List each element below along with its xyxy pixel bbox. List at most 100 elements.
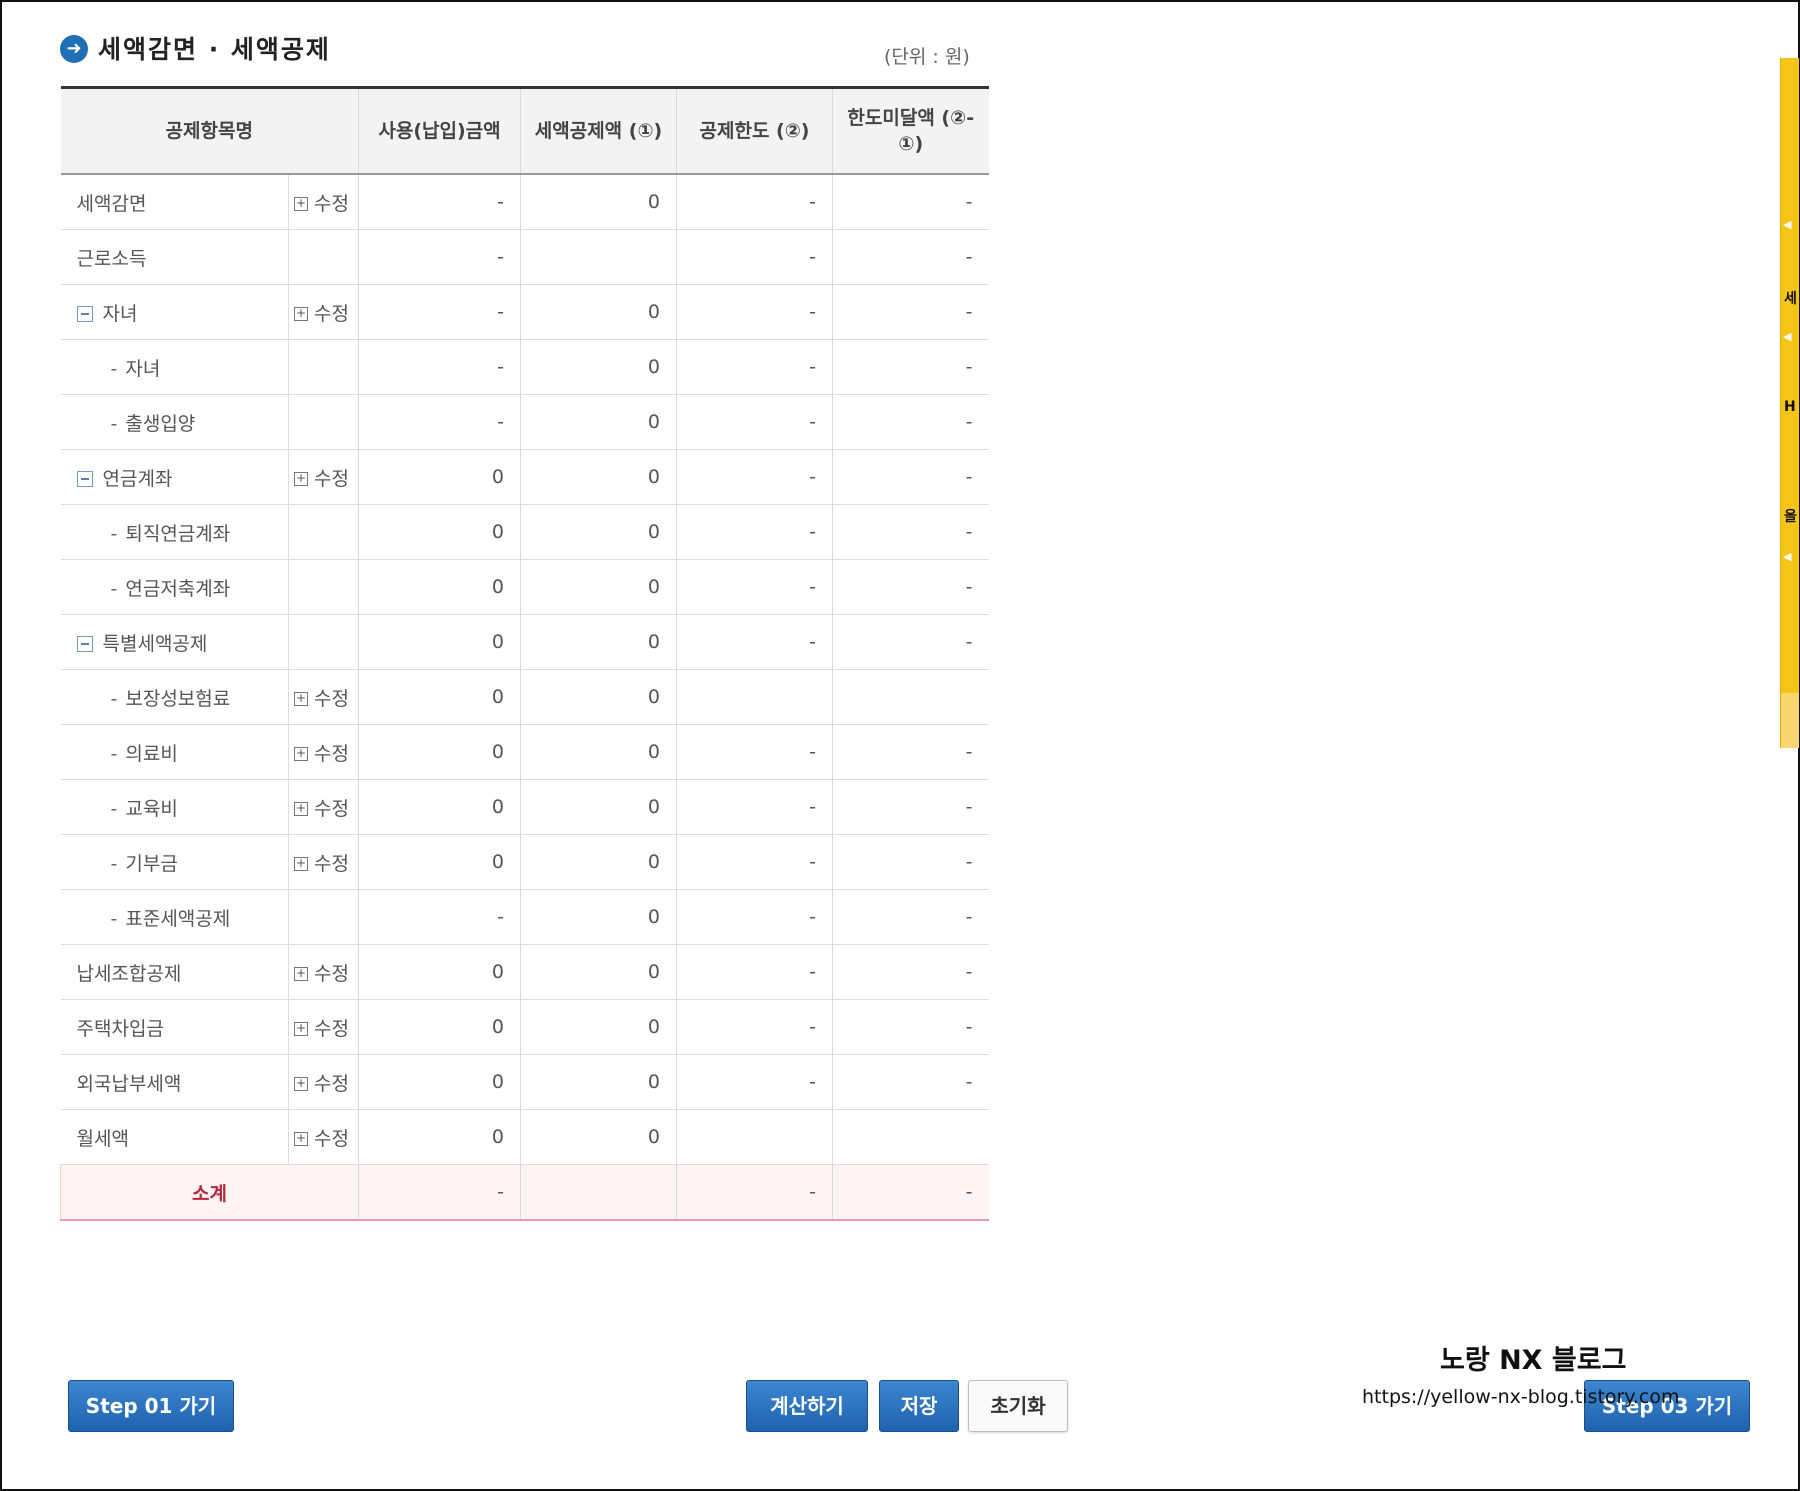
- sub-item-dash: -: [110, 577, 118, 600]
- row-name-cell[interactable]: 특별세액공제: [60, 614, 289, 670]
- row-name-cell: - 퇴직연금계좌: [60, 504, 289, 560]
- cell-credit: 0: [520, 614, 677, 670]
- edit-cell[interactable]: + 수정: [288, 449, 359, 505]
- cell-remaining: -: [832, 614, 989, 670]
- header-limit: 공제한도 (②): [676, 87, 833, 175]
- side-strip-footer: [1781, 693, 1799, 748]
- plus-box-icon[interactable]: +: [294, 307, 308, 321]
- collapse-toggle-icon[interactable]: [76, 636, 93, 652]
- side-arrow-icon[interactable]: ◀: [1783, 218, 1793, 232]
- edit-button-label[interactable]: 수정: [314, 1018, 349, 1040]
- edit-button-label[interactable]: 수정: [314, 1128, 349, 1150]
- cell-used: -: [358, 229, 521, 285]
- edit-cell[interactable]: + 수정: [288, 944, 359, 1000]
- cell-used: -: [358, 889, 521, 945]
- cell-limit: -: [676, 229, 833, 285]
- plus-box-icon[interactable]: +: [294, 747, 308, 761]
- edit-cell[interactable]: + 수정: [288, 779, 359, 835]
- row-name: 세액감면: [76, 192, 147, 215]
- edit-cell[interactable]: + 수정: [288, 999, 359, 1055]
- cell-remaining: -: [832, 999, 989, 1055]
- cell-remaining: [832, 669, 989, 725]
- plus-box-icon[interactable]: +: [294, 1077, 308, 1091]
- row-name: 자녀: [125, 357, 161, 380]
- cell-used: -: [358, 174, 521, 230]
- cell-limit: -: [676, 614, 833, 670]
- cell-credit: 0: [520, 779, 677, 835]
- cell-limit: -: [676, 889, 833, 945]
- row-name-cell[interactable]: 자녀: [60, 284, 289, 340]
- cell-credit: 0: [520, 944, 677, 1000]
- edit-cell[interactable]: + 수정: [288, 284, 359, 340]
- cell-limit: -: [676, 834, 833, 890]
- sub-item-dash: -: [110, 742, 118, 765]
- plus-box-icon[interactable]: +: [294, 967, 308, 981]
- plus-box-icon[interactable]: +: [294, 1132, 308, 1146]
- total-remaining: -: [832, 1164, 989, 1220]
- edit-cell[interactable]: + 수정: [288, 834, 359, 890]
- table-row: 주택차입금 + 수정 0 0- -: [60, 999, 989, 1055]
- cell-remaining: -: [832, 449, 989, 505]
- edit-cell[interactable]: + 수정: [288, 1054, 359, 1110]
- plus-box-icon[interactable]: +: [294, 802, 308, 816]
- edit-button-label[interactable]: 수정: [314, 303, 349, 325]
- step01-button[interactable]: Step 01 가기: [68, 1380, 234, 1432]
- calculate-button[interactable]: 계산하기: [746, 1380, 868, 1432]
- plus-box-icon[interactable]: +: [294, 197, 308, 211]
- cell-credit: 0: [520, 669, 677, 725]
- plus-box-icon[interactable]: +: [294, 1022, 308, 1036]
- unit-label: (단위 : 원): [884, 46, 970, 68]
- cell-credit: 0: [520, 999, 677, 1055]
- side-quick-menu[interactable]: ◀ 세 ◀ H 올 ◀: [1780, 58, 1799, 748]
- edit-cell: [288, 614, 359, 670]
- row-name: 표준세액공제: [125, 907, 231, 930]
- edit-button-label[interactable]: 수정: [314, 193, 349, 215]
- edit-button-label[interactable]: 수정: [314, 468, 349, 490]
- total-used: -: [358, 1164, 521, 1220]
- cell-remaining: -: [832, 779, 989, 835]
- plus-box-icon[interactable]: +: [294, 692, 308, 706]
- row-name-cell: - 의료비: [60, 724, 289, 780]
- cell-limit: [676, 669, 833, 725]
- collapse-toggle-icon[interactable]: [76, 306, 93, 322]
- cell-credit: 0: [520, 339, 677, 395]
- side-menu-glyph: 세: [1784, 291, 1797, 307]
- edit-cell[interactable]: + 수정: [288, 669, 359, 725]
- edit-button-label[interactable]: 수정: [314, 688, 349, 710]
- sub-item-dash: -: [110, 852, 118, 875]
- cell-remaining: -: [832, 284, 989, 340]
- table-row: - 표준세액공제 -0- -: [60, 889, 989, 945]
- plus-box-icon[interactable]: +: [294, 857, 308, 871]
- edit-button-label[interactable]: 수정: [314, 963, 349, 985]
- side-arrow-icon[interactable]: ◀: [1783, 550, 1793, 564]
- side-arrow-icon[interactable]: ◀: [1783, 330, 1793, 344]
- edit-cell[interactable]: + 수정: [288, 174, 359, 230]
- row-name-cell: - 표준세액공제: [60, 889, 289, 945]
- edit-button-label[interactable]: 수정: [314, 853, 349, 875]
- table-row: 납세조합공제 + 수정 0 0- -: [60, 944, 989, 1000]
- cell-used: 0: [358, 1109, 521, 1165]
- edit-button-label[interactable]: 수정: [314, 798, 349, 820]
- edit-button-label[interactable]: 수정: [314, 1073, 349, 1095]
- table-row: - 자녀 -0- -: [60, 339, 989, 395]
- row-name-cell: 근로소득: [60, 229, 289, 285]
- collapse-toggle-icon[interactable]: [76, 471, 93, 487]
- row-name: 보장성보험료: [125, 687, 231, 710]
- save-button[interactable]: 저장: [879, 1380, 959, 1432]
- row-name: 자녀: [102, 302, 138, 325]
- row-name-cell: - 교육비: [60, 779, 289, 835]
- edit-cell: [288, 229, 359, 285]
- edit-button-label[interactable]: 수정: [314, 743, 349, 765]
- row-name: 퇴직연금계좌: [125, 522, 231, 545]
- table-row: - 퇴직연금계좌 0 0- -: [60, 504, 989, 560]
- row-name: 월세액: [76, 1127, 129, 1150]
- edit-cell[interactable]: + 수정: [288, 1109, 359, 1165]
- table-row: - 의료비 + 수정 0 0- -: [60, 724, 989, 780]
- row-name-cell[interactable]: 연금계좌: [60, 449, 289, 505]
- plus-box-icon[interactable]: +: [294, 472, 308, 486]
- edit-cell[interactable]: + 수정: [288, 724, 359, 780]
- reset-button[interactable]: 초기화: [968, 1380, 1068, 1432]
- cell-remaining: -: [832, 889, 989, 945]
- cell-used: 0: [358, 724, 521, 780]
- row-name-cell: 월세액: [60, 1109, 289, 1165]
